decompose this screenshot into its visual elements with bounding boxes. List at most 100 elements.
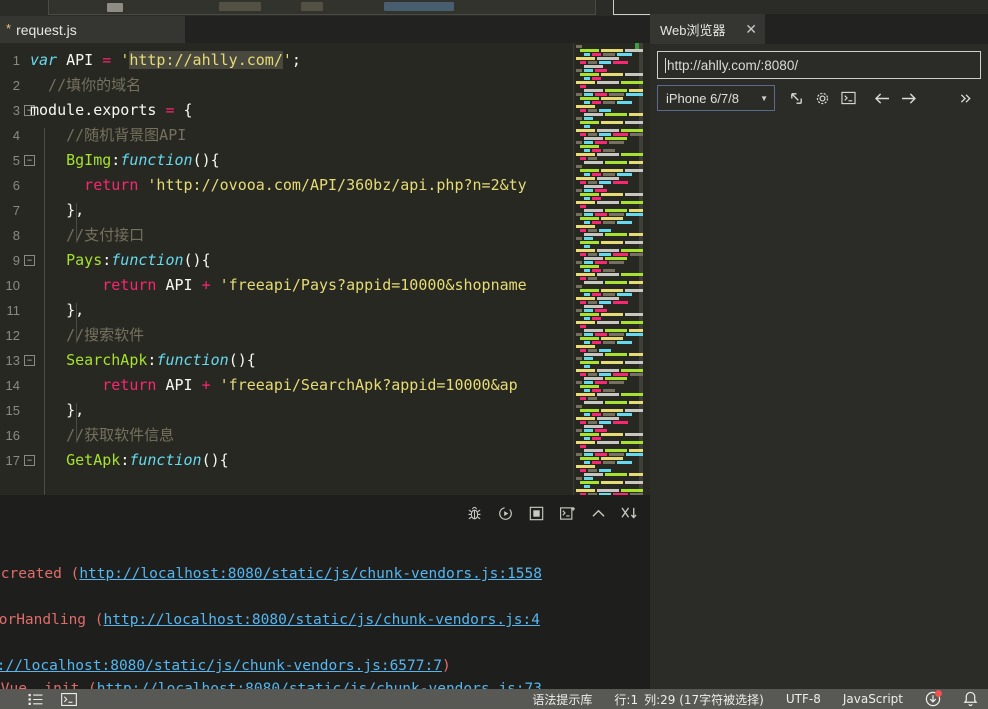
minimap-line bbox=[580, 205, 586, 208]
minimap-line bbox=[617, 341, 632, 344]
restart-icon[interactable] bbox=[497, 505, 514, 522]
stop-icon[interactable] bbox=[528, 505, 545, 522]
code-line[interactable]: GetApk:function(){ bbox=[30, 448, 229, 473]
minimap-line bbox=[584, 189, 593, 192]
minimap-line bbox=[599, 301, 611, 304]
code-line[interactable]: return API + 'freeapi/Pays?appid=10000&s… bbox=[30, 273, 527, 298]
language-indicator[interactable]: JavaScript bbox=[843, 692, 903, 706]
console-source-link[interactable]: p://localhost:8080/static/js/chunk-vendo… bbox=[0, 658, 442, 674]
code-token: function bbox=[111, 251, 183, 269]
minimap-line bbox=[580, 421, 586, 424]
minimap-line bbox=[617, 413, 632, 416]
console-terminal-icon[interactable] bbox=[835, 86, 861, 110]
line-number: 1 bbox=[0, 48, 20, 73]
code-editor[interactable]: 1var API = 'http://ahlly.com/';2 //填你的域名… bbox=[0, 43, 650, 495]
forward-arrow-icon[interactable] bbox=[895, 86, 921, 110]
minimap-line bbox=[601, 409, 623, 412]
minimap-line bbox=[613, 373, 628, 376]
new-terminal-icon[interactable] bbox=[559, 505, 576, 522]
minimap-line bbox=[584, 377, 603, 380]
editor-tab-request-js[interactable]: * request.js bbox=[0, 16, 185, 43]
clear-console-icon[interactable] bbox=[621, 505, 638, 522]
code-token: var bbox=[30, 51, 66, 69]
minimap-line bbox=[588, 397, 597, 400]
debug-bug-icon[interactable] bbox=[466, 505, 483, 522]
minimap-line bbox=[584, 413, 590, 416]
bell-icon[interactable] bbox=[963, 691, 978, 707]
code-line[interactable]: BgImg:function(){ bbox=[30, 148, 220, 173]
editor-minimap[interactable] bbox=[573, 43, 643, 495]
code-line[interactable]: //搜索软件 bbox=[30, 323, 144, 348]
minimap-line bbox=[588, 133, 597, 136]
minimap-line bbox=[617, 173, 632, 176]
minimap-line bbox=[580, 325, 586, 328]
editor-vertical-scrollbar[interactable] bbox=[643, 43, 650, 495]
download-icon[interactable] bbox=[925, 691, 941, 707]
minimap-line bbox=[588, 61, 597, 64]
code-line[interactable]: var API = 'http://ahlly.com/'; bbox=[30, 48, 301, 73]
code-line[interactable]: //填你的域名 bbox=[30, 73, 141, 98]
grammar-library-status[interactable]: 语法提示库 bbox=[532, 691, 592, 708]
minimap-line bbox=[576, 249, 595, 252]
browser-tab[interactable]: Web浏览器 ✕ bbox=[650, 14, 765, 44]
minimap-line bbox=[617, 293, 632, 296]
minimap-line bbox=[584, 149, 590, 152]
line-number: 14 bbox=[0, 373, 20, 398]
url-input[interactable]: http://ahlly.com/:8080/ bbox=[667, 58, 798, 73]
code-token: 'freeapi/SearchApk?appid=10000&ap bbox=[220, 376, 518, 394]
minimap-line bbox=[580, 181, 586, 184]
minimap-line bbox=[603, 101, 615, 104]
minimap-line bbox=[601, 337, 623, 340]
console-error-text: rorHandling ( bbox=[0, 612, 104, 628]
column-indicator[interactable]: 列:29 (17字符被选择) bbox=[644, 691, 764, 708]
code-token: 'http://ovooa.com/API/360bz/api.php?n=2&… bbox=[147, 176, 526, 194]
code-token: : bbox=[120, 451, 129, 469]
code-line[interactable]: module.exports = { bbox=[30, 98, 193, 123]
url-bar[interactable]: http://ahlly.com/:8080/ bbox=[657, 51, 981, 79]
encoding-indicator[interactable]: UTF-8 bbox=[786, 692, 821, 706]
device-select[interactable]: iPhone 6/7/8 ▼ bbox=[657, 85, 775, 111]
terminal-icon[interactable] bbox=[61, 693, 77, 706]
code-line[interactable]: return API + 'freeapi/SearchApk?appid=10… bbox=[30, 373, 518, 398]
minimap-line bbox=[599, 373, 611, 376]
minimap-line bbox=[613, 421, 628, 424]
minimap-line bbox=[584, 453, 593, 456]
close-icon[interactable]: ✕ bbox=[745, 22, 757, 36]
minimap-line bbox=[605, 137, 627, 140]
code-token: API bbox=[165, 376, 201, 394]
browser-tab-label: Web浏览器 bbox=[660, 20, 726, 39]
code-token: exports bbox=[93, 101, 165, 119]
minimap-line bbox=[625, 361, 643, 364]
console-output[interactable]: .created (http://localhost:8080/static/j… bbox=[0, 535, 650, 689]
minimap-line bbox=[592, 77, 601, 80]
open-external-icon[interactable] bbox=[783, 86, 809, 110]
minimap-line bbox=[605, 257, 627, 260]
minimap-line bbox=[580, 397, 586, 400]
more-chevrons-icon[interactable] bbox=[953, 86, 979, 110]
minimap-line bbox=[595, 309, 607, 312]
console-source-link[interactable]: http://localhost:8080/static/js/chunk-ve… bbox=[97, 681, 542, 689]
minimap-line bbox=[621, 129, 643, 132]
minimap-line bbox=[595, 261, 607, 264]
outline-list-icon[interactable] bbox=[28, 693, 43, 706]
code-line[interactable]: //获取软件信息 bbox=[30, 423, 174, 448]
settings-gear-icon[interactable] bbox=[809, 86, 835, 110]
console-source-link[interactable]: http://localhost:8080/static/js/chunk-ve… bbox=[79, 566, 542, 582]
line-number: 10 bbox=[0, 273, 20, 298]
code-token: return bbox=[30, 176, 147, 194]
code-lines: 1var API = 'http://ahlly.com/';2 //填你的域名… bbox=[0, 43, 650, 495]
code-line[interactable]: return 'http://ovooa.com/API/360bz/api.p… bbox=[30, 173, 527, 198]
collapse-icon[interactable] bbox=[590, 505, 607, 522]
code-line[interactable]: SearchApk:function(){ bbox=[30, 348, 256, 373]
line-indicator[interactable]: 行:1 bbox=[614, 691, 638, 708]
code-line[interactable]: //支付接口 bbox=[30, 223, 144, 248]
code-line[interactable]: //随机背景图API bbox=[30, 123, 186, 148]
minimap-line bbox=[599, 109, 611, 112]
toolbar-icon-placeholder[interactable] bbox=[107, 3, 123, 12]
code-line[interactable]: Pays:function(){ bbox=[30, 248, 211, 273]
minimap-line bbox=[595, 93, 607, 96]
code-token: ' bbox=[283, 51, 292, 69]
minimap-line bbox=[599, 181, 611, 184]
console-source-link[interactable]: http://localhost:8080/static/js/chunk-ve… bbox=[104, 612, 541, 628]
back-arrow-icon[interactable] bbox=[869, 86, 895, 110]
